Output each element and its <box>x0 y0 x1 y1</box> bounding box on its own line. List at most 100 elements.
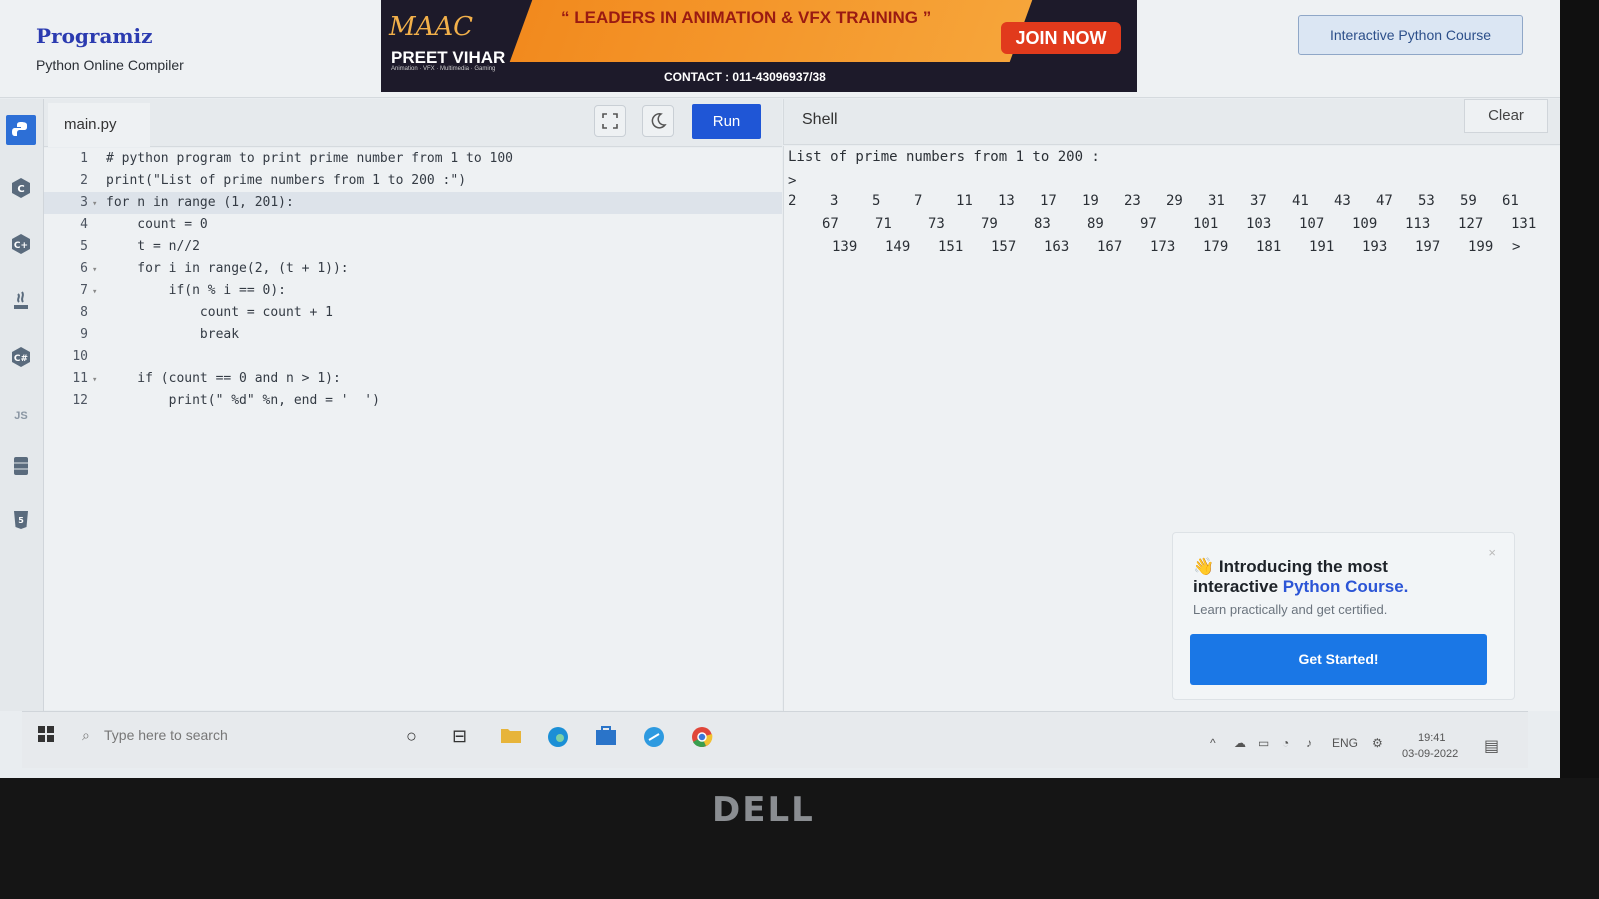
javascript-icon[interactable]: JS <box>6 401 36 431</box>
code-line[interactable]: 6 ▾ for i in range(2, (t + 1)): <box>44 258 782 280</box>
wifi-icon[interactable]: ◔ <box>1282 736 1289 750</box>
code-text: for n in range (1, 201): <box>106 195 294 210</box>
programiz-logo[interactable]: Programiz <box>36 24 153 48</box>
cpp-icon[interactable]: C+ <box>6 229 36 259</box>
promo-heading-prefix: interactive <box>1193 577 1283 596</box>
ad-join-button[interactable]: JOIN NOW <box>1001 22 1121 54</box>
screen-edge <box>1560 0 1599 778</box>
promo-subtitle: Learn practically and get certified. <box>1193 602 1388 617</box>
chrome-icon[interactable] <box>691 726 713 753</box>
code-line[interactable]: 7 ▾ if(n % i == 0): <box>44 280 782 302</box>
prime-number: 17 <box>1040 193 1057 209</box>
code-line[interactable]: 11 ▾ if (count == 0 and n > 1): <box>44 368 782 390</box>
prime-number: 167 <box>1097 239 1123 255</box>
file-explorer-icon[interactable] <box>500 726 522 749</box>
prime-number: 127 <box>1458 216 1484 232</box>
python-icon[interactable] <box>6 115 36 145</box>
taskbar-search[interactable]: ⌕ Type here to search <box>78 718 398 752</box>
interactive-course-button[interactable]: Interactive Python Course <box>1298 15 1523 55</box>
code-line[interactable]: 2 print("List of prime numbers from 1 to … <box>44 170 782 192</box>
prime-number: 163 <box>1044 239 1070 255</box>
code-line[interactable]: 4 count = 0 <box>44 214 782 236</box>
prime-number: 79 <box>981 216 998 232</box>
notification-icon[interactable]: ▤ <box>1484 736 1499 756</box>
prime-number: 113 <box>1405 216 1431 232</box>
line-number: 9 <box>80 327 88 342</box>
code-line[interactable]: 10 <box>44 346 782 368</box>
onedrive-icon[interactable]: ☁ <box>1234 736 1246 750</box>
shell-end-prompt: > <box>1512 239 1521 255</box>
shell-output-line: List of prime numbers from 1 to 200 : <box>788 149 1100 165</box>
prime-number: 89 <box>1087 216 1104 232</box>
java-icon[interactable] <box>6 286 36 316</box>
code-text: if(n % i == 0): <box>106 283 287 298</box>
prime-number: 97 <box>1140 216 1157 232</box>
get-started-button[interactable]: Get Started! <box>1190 634 1487 685</box>
prime-number: 19 <box>1082 193 1099 209</box>
run-button[interactable]: Run <box>692 104 761 139</box>
prime-number: 3 <box>830 193 839 209</box>
tray-chevron-icon[interactable]: ^ <box>1210 736 1216 750</box>
prime-number: 109 <box>1352 216 1378 232</box>
prime-number: 23 <box>1124 193 1141 209</box>
prime-number: 103 <box>1246 216 1272 232</box>
prime-number: 107 <box>1299 216 1325 232</box>
shell-prompt: > <box>788 173 797 189</box>
top-header: Programiz Python Online Compiler MAAC PR… <box>0 0 1560 98</box>
store-icon[interactable] <box>595 726 617 751</box>
prime-number: 5 <box>872 193 881 209</box>
clock-date[interactable]: 03-09-2022 <box>1402 748 1458 760</box>
code-line[interactable]: 9 break <box>44 324 782 346</box>
line-number: 1 <box>80 151 88 166</box>
c-icon[interactable]: C <box>6 173 36 203</box>
code-text: print("List of prime numbers from 1 to 2… <box>106 173 467 188</box>
csharp-icon[interactable]: C# <box>6 342 36 372</box>
code-line[interactable]: 12 print(" %d" %n, end = ' ') <box>44 390 782 412</box>
svg-text:C: C <box>17 184 24 195</box>
prime-number: 149 <box>885 239 911 255</box>
file-tab-main[interactable]: main.py <box>48 103 150 147</box>
line-number: 12 <box>72 393 88 408</box>
line-number: 3 <box>80 195 88 210</box>
windows-start-icon[interactable] <box>38 726 54 747</box>
dark-mode-icon[interactable] <box>642 105 674 137</box>
code-editor[interactable]: 1 # python program to print prime number … <box>44 148 782 710</box>
volume-icon[interactable]: ♪ <box>1306 736 1312 750</box>
line-number: 6 <box>80 261 88 276</box>
prime-number: 2 <box>788 193 797 209</box>
ad-contact: CONTACT : 011-43096937/38 <box>664 70 826 84</box>
app-icon[interactable] <box>643 726 665 753</box>
language-indicator[interactable]: ENG <box>1332 736 1358 750</box>
edge-icon[interactable] <box>547 726 569 753</box>
html-icon[interactable]: 5 <box>6 505 36 535</box>
fullscreen-icon[interactable] <box>594 105 626 137</box>
clear-button[interactable]: Clear <box>1464 99 1548 133</box>
code-line[interactable]: 8 count = count + 1 <box>44 302 782 324</box>
dell-logo: DELL <box>712 790 815 830</box>
promo-close-icon[interactable]: × <box>1488 545 1496 560</box>
shell-title: Shell <box>802 111 838 128</box>
clock-time[interactable]: 19:41 <box>1418 732 1446 744</box>
cortana-icon[interactable]: ○ <box>406 726 417 747</box>
svg-text:5: 5 <box>18 516 24 525</box>
advertisement-banner[interactable]: MAAC PREET VIHAR Animation · VFX · Multi… <box>381 0 1137 92</box>
task-view-icon[interactable]: ⊟ <box>452 726 467 747</box>
prime-number: 73 <box>928 216 945 232</box>
prime-number: 197 <box>1415 239 1441 255</box>
code-line[interactable]: 1 # python program to print prime number … <box>44 148 782 170</box>
battery-icon[interactable]: ▭ <box>1258 736 1269 750</box>
promo-heading-line2: interactive Python Course. <box>1193 577 1408 597</box>
page-subtitle: Python Online Compiler <box>36 57 184 73</box>
code-text: count = 0 <box>106 217 208 232</box>
code-line[interactable]: 5 t = n//2 <box>44 236 782 258</box>
code-line[interactable]: 3 ▾ for n in range (1, 201): <box>44 192 782 214</box>
settings-icon[interactable]: ⚙ <box>1372 736 1383 750</box>
search-icon: ⌕ <box>82 727 90 743</box>
ad-headline: “ LEADERS IN ANIMATION & VFX TRAINING ” <box>561 8 932 27</box>
code-text: count = count + 1 <box>106 305 333 320</box>
code-text: break <box>106 327 240 342</box>
prime-number: 181 <box>1256 239 1282 255</box>
taskbar-search-placeholder: Type here to search <box>104 727 228 743</box>
code-text: print(" %d" %n, end = ' ') <box>106 393 380 408</box>
sql-icon[interactable] <box>6 451 36 481</box>
